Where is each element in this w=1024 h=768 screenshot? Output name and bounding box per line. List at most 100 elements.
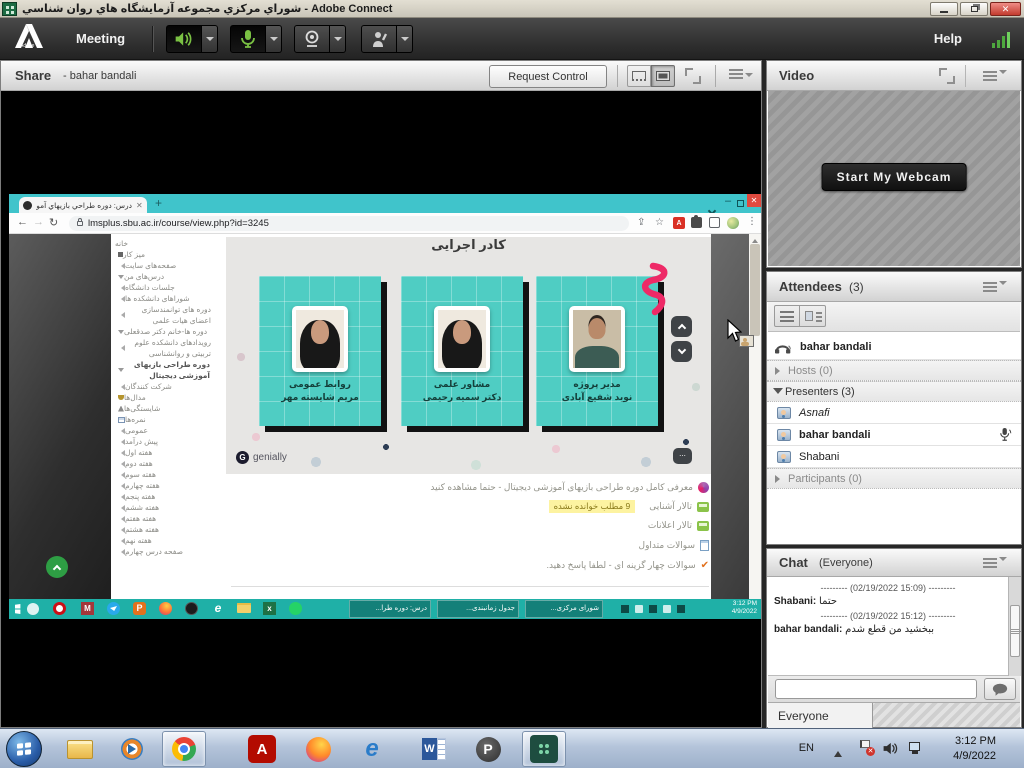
webcam-dropdown[interactable]: [330, 25, 346, 53]
tray-language[interactable]: EN: [799, 742, 814, 754]
firefox-icon[interactable]: [159, 602, 172, 615]
browser-menu-dots-icon[interactable]: ⋮: [747, 216, 757, 227]
taskbar-acrobat[interactable]: A: [240, 731, 284, 767]
sidebar-item[interactable]: هفته نهم: [111, 535, 221, 546]
chat-input[interactable]: [775, 679, 977, 699]
browser-maximize-button[interactable]: [737, 200, 744, 207]
start-button[interactable]: [6, 731, 42, 767]
sidebar-item[interactable]: هفته اول: [111, 447, 221, 458]
tray-clock[interactable]: 3:12 PM 4/9/2022: [953, 734, 996, 764]
participants-group-row[interactable]: Participants (0): [767, 468, 1021, 489]
genially-next-button[interactable]: [671, 341, 692, 362]
m-app-icon[interactable]: M: [81, 602, 94, 615]
share-page-icon[interactable]: ⇪: [637, 217, 645, 228]
chat-pod-menu-button[interactable]: [983, 558, 1007, 568]
status-control[interactable]: [361, 25, 413, 53]
layout-normal-button[interactable]: [627, 65, 651, 87]
attendees-pod-menu-button[interactable]: [983, 282, 1007, 292]
tray-icon[interactable]: [635, 605, 643, 613]
sidebar-item[interactable]: هفته چهارم: [111, 480, 221, 491]
tab-close-icon[interactable]: ✕: [136, 201, 143, 210]
extensions-puzzle-icon[interactable]: [691, 217, 702, 228]
ie-icon[interactable]: e: [211, 601, 225, 615]
sidebar-item-current-course[interactable]: دوره طراحی بازیهای آموزشی دیجیتال: [111, 359, 221, 381]
back-icon[interactable]: ←: [17, 216, 28, 228]
resource-link[interactable]: سوالات متداول: [639, 540, 709, 551]
raise-hand-button[interactable]: [361, 25, 397, 53]
phone-attendee-row[interactable]: bahar bandali: [767, 335, 1021, 360]
genially-logo[interactable]: G genially: [236, 451, 287, 464]
chat-tab-everyone[interactable]: Everyone: [768, 703, 873, 728]
opera-icon[interactable]: [53, 602, 66, 615]
sidebar-item[interactable]: هفته هفتم: [111, 513, 221, 524]
minimize-button[interactable]: [930, 2, 958, 16]
close-button[interactable]: ✕: [990, 2, 1021, 16]
forward-icon[interactable]: →: [33, 216, 44, 228]
sidebar-item[interactable]: جلسات دانشگاه: [111, 282, 221, 293]
taskbar-ie[interactable]: e: [350, 731, 394, 767]
sidebar-item[interactable]: دوره های توانمندسازی اعضای هیات علمی: [111, 304, 221, 326]
p-app-icon[interactable]: P: [133, 602, 146, 615]
sidebar-item[interactable]: شایستگی‌ها: [111, 403, 221, 414]
taskbar-firefox[interactable]: [296, 731, 340, 767]
task-button-excel[interactable]: شورای مرکزی...: [525, 600, 603, 618]
list-view-button[interactable]: [774, 305, 800, 327]
start-webcam-button[interactable]: Start My Webcam: [822, 163, 967, 191]
speaker-control[interactable]: [166, 25, 218, 53]
resource-link[interactable]: ✔ سوالات چهار گزینه ای - لطفا پاسخ دهید.: [546, 560, 709, 571]
sidebar-item[interactable]: پیش درآمد: [111, 436, 221, 447]
sidebar-item[interactable]: دوره ها-خانم دکتر صدقعلی: [111, 326, 221, 337]
sidebar-item[interactable]: هفته دوم: [111, 458, 221, 469]
sidebar-item[interactable]: نمره‌ها: [111, 414, 221, 425]
taskbar-adobe-connect[interactable]: [522, 731, 566, 767]
sidebar-item[interactable]: هفته پنجم: [111, 491, 221, 502]
browser-tab[interactable]: درس: دوره طراحي بازيهاي آموزشي ✕: [19, 197, 147, 213]
reload-icon[interactable]: ↻: [49, 216, 58, 229]
attendee-row[interactable]: Asnafi: [767, 402, 1021, 424]
speaker-button[interactable]: [166, 25, 202, 53]
genially-more-button[interactable]: ...: [673, 448, 692, 464]
webcam-control[interactable]: [294, 25, 346, 53]
tray-expand-icon[interactable]: [834, 747, 842, 757]
taskbar-media-player[interactable]: [110, 731, 154, 767]
tray-network-icon[interactable]: [909, 742, 924, 755]
profile-avatar[interactable]: [727, 217, 739, 229]
sidebar-item[interactable]: شوراهای دانشکده ها: [111, 293, 221, 304]
sidebar-item[interactable]: میز کار: [111, 249, 221, 260]
sidebar-item[interactable]: هفته هشتم: [111, 524, 221, 535]
snipping-tool-icon[interactable]: [27, 603, 39, 615]
share-fullscreen-button[interactable]: [685, 68, 701, 84]
tray-flag-icon[interactable]: [649, 605, 657, 613]
request-control-button[interactable]: Request Control: [489, 65, 607, 88]
presenters-group-row[interactable]: Presenters (3): [767, 381, 1021, 402]
excel-icon[interactable]: x: [263, 602, 276, 615]
video-fullscreen-button[interactable]: [939, 68, 955, 84]
restore-button[interactable]: [960, 2, 988, 16]
chat-scrollbar-thumb[interactable]: [1010, 605, 1020, 657]
browser-minimize-button[interactable]: –: [725, 195, 731, 207]
browser-close-button[interactable]: ✕: [747, 194, 761, 207]
sidebar-item[interactable]: شرکت کنندگان: [111, 381, 221, 392]
telegram-icon[interactable]: [107, 602, 120, 615]
resource-link[interactable]: تالار آشنایی 9 مطلب خوانده نشده: [535, 500, 709, 513]
sidebar-item[interactable]: هفته ششم: [111, 502, 221, 513]
chat-scrollbar[interactable]: [1008, 577, 1021, 676]
speaker-dropdown[interactable]: [202, 25, 218, 53]
attendee-row[interactable]: bahar bandali: [767, 424, 1021, 446]
menu-meeting[interactable]: Meeting: [76, 31, 125, 46]
browser-scrollbar[interactable]: [749, 234, 761, 599]
microphone-button[interactable]: [230, 25, 266, 53]
scrollbar-thumb[interactable]: [750, 244, 760, 336]
connection-signal-icon[interactable]: [992, 32, 1012, 48]
tab-group-icon[interactable]: [709, 217, 720, 228]
resource-link[interactable]: معرفی کامل دوره طراحی بازیهای آموزشی دیج…: [430, 482, 709, 493]
hosts-group-row[interactable]: Hosts (0): [767, 360, 1021, 381]
tray-icon[interactable]: [621, 605, 629, 613]
tray-volume-icon[interactable]: [882, 741, 898, 756]
taskbar-chrome[interactable]: [162, 731, 206, 767]
attendee-row[interactable]: Shabani: [767, 446, 1021, 468]
taskbar-psiphon[interactable]: P: [466, 731, 510, 767]
microphone-dropdown[interactable]: [266, 25, 282, 53]
genially-prev-button[interactable]: [671, 316, 692, 337]
layout-filled-button[interactable]: [651, 65, 675, 87]
